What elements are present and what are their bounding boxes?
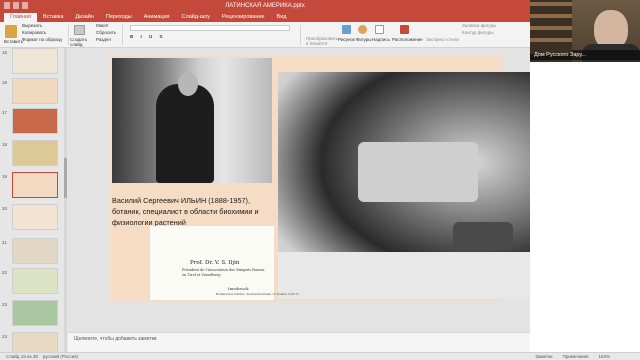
shapes-button[interactable]: Фигуры	[356, 37, 372, 42]
slide-thumbnail[interactable]	[12, 238, 58, 264]
comments-toggle-button[interactable]: Примечания	[563, 353, 589, 360]
section-button[interactable]: Раздел	[96, 37, 111, 42]
thumbnails-scrollbar[interactable]	[64, 48, 67, 352]
format-painter-button[interactable]: Формат по образцу	[22, 37, 62, 42]
tab-home[interactable]: Главная	[4, 13, 37, 22]
divider	[122, 25, 123, 45]
font-name-box[interactable]	[130, 25, 290, 31]
textbox-icon[interactable]	[375, 25, 384, 34]
thumbnail-number: 19	[2, 174, 8, 179]
tab-review[interactable]: Рецензирование	[216, 13, 270, 22]
card-line-1: Président de l'Association des Emigrés R…	[182, 268, 265, 272]
slide-thumbnail[interactable]	[12, 300, 58, 326]
slide-canvas: Василий Сергеевич ИЛЬИН (1888-1957), бот…	[68, 48, 604, 332]
thumbnail-number: 20	[2, 206, 8, 211]
thumbnail-number: 24	[2, 334, 8, 339]
thumbnail-number: 15	[2, 50, 8, 55]
slide-caption[interactable]: Василий Сергеевич ИЛЬИН (1888-1957), бот…	[112, 195, 272, 228]
layout-button[interactable]: Макет	[96, 23, 109, 28]
business-card-image[interactable]: Prof. Dr. V. S. Iljin Président de l'Ass…	[150, 226, 299, 300]
divider	[68, 25, 69, 45]
shape-outline-button[interactable]: Контур фигуры	[462, 30, 493, 35]
thumbnail-number: 21	[2, 240, 8, 245]
status-left: Слайд 19 из 38 русский (Россия)	[6, 353, 78, 360]
convert-smartart-button[interactable]: Преобразовать в SmartArt	[306, 36, 338, 46]
slide-thumbnails-pane: 15 16 17 18 19 20 21 22 23 24	[0, 48, 68, 352]
cut-button[interactable]: Вырезать	[22, 23, 42, 28]
notes-pane[interactable]: Щелкните, чтобы добавить заметки	[68, 332, 530, 352]
card-line-2: en Tirol et Vorarlberg	[182, 273, 221, 277]
tab-slideshow[interactable]: Слайд-шоу	[176, 13, 217, 22]
car-shape	[453, 222, 513, 250]
slide-counter: Слайд 19 из 38	[6, 354, 38, 359]
zoom-level[interactable]: 163%	[598, 353, 610, 360]
thumbnail-number: 18	[2, 142, 8, 147]
ribbon: Вставить Вырезать Копировать Формат по о…	[0, 22, 530, 48]
card-address: Botanisches Institut, Sternwartestraße 1…	[216, 292, 299, 296]
slide-thumbnail[interactable]	[12, 204, 58, 230]
scrollbar-thumb[interactable]	[64, 158, 67, 198]
reset-button[interactable]: Сбросить	[96, 30, 116, 35]
slide-thumbnail[interactable]	[12, 332, 58, 352]
language-indicator[interactable]: русский (Россия)	[43, 354, 78, 359]
slide-thumbnail-selected[interactable]	[12, 172, 58, 198]
status-right: Заметки Примечания 163%	[535, 353, 610, 360]
new-slide-icon[interactable]	[74, 25, 85, 35]
quick-styles-button[interactable]: Экспресс-стили	[426, 37, 459, 42]
side-panel	[530, 62, 640, 352]
paste-icon[interactable]	[5, 25, 17, 38]
participant-name: Дом Русского Зару...	[530, 50, 640, 60]
divider	[300, 25, 301, 45]
ribbon-tabs: Главная Вставка Дизайн Переходы Анимация…	[0, 12, 530, 22]
pictures-button[interactable]: Рисунок	[338, 37, 355, 42]
slide-thumbnail[interactable]	[12, 48, 58, 74]
slide-thumbnail[interactable]	[12, 268, 58, 294]
paste-button[interactable]: Вставить	[4, 39, 23, 44]
house-shape	[358, 142, 478, 202]
status-bar: Слайд 19 из 38 русский (Россия) Заметки …	[0, 352, 640, 360]
person-head	[178, 72, 198, 96]
tab-animations[interactable]: Анимация	[138, 13, 176, 22]
window-title: ЛАТИНСКАЯ АМЕРИКА.pptx	[225, 3, 305, 9]
card-city: Innsbruck	[228, 286, 249, 291]
portrait-photo[interactable]	[112, 58, 272, 183]
arrange-icon[interactable]	[400, 25, 409, 34]
slide-thumbnail[interactable]	[12, 108, 58, 134]
slide-thumbnail[interactable]	[12, 78, 58, 104]
notes-toggle-button[interactable]: Заметки	[535, 353, 552, 360]
slide[interactable]: Василий Сергеевич ИЛЬИН (1888-1957), бот…	[110, 56, 604, 302]
tab-view[interactable]: Вид	[271, 13, 293, 22]
new-slide-button[interactable]: Создать слайд	[70, 37, 94, 47]
thumbnail-number: 16	[2, 80, 8, 85]
thumbnail-number: 23	[2, 302, 8, 307]
shape-fill-button[interactable]: Заливка фигуры	[462, 23, 496, 28]
tab-insert[interactable]: Вставка	[37, 13, 69, 22]
slide-thumbnail[interactable]	[12, 140, 58, 166]
card-name: Prof. Dr. V. S. Iljin	[190, 260, 240, 266]
thumbnail-number: 22	[2, 270, 8, 275]
tab-design[interactable]: Дизайн	[69, 13, 100, 22]
arrange-button[interactable]: Расположение	[392, 37, 423, 42]
tab-transitions[interactable]: Переходы	[100, 13, 138, 22]
shapes-icon[interactable]	[358, 25, 367, 34]
font-format-buttons[interactable]: B I U S	[130, 34, 166, 39]
powerpoint-window: ЛАТИНСКАЯ АМЕРИКА.pptx Главная Вставка Д…	[0, 0, 604, 360]
thumbnail-number: 17	[2, 110, 8, 115]
textbox-button[interactable]: Надпись	[372, 37, 390, 42]
person-figure	[156, 84, 214, 183]
copy-button[interactable]: Копировать	[22, 30, 46, 35]
pictures-icon[interactable]	[342, 25, 351, 34]
title-bar: ЛАТИНСКАЯ АМЕРИКА.pptx	[0, 0, 530, 12]
